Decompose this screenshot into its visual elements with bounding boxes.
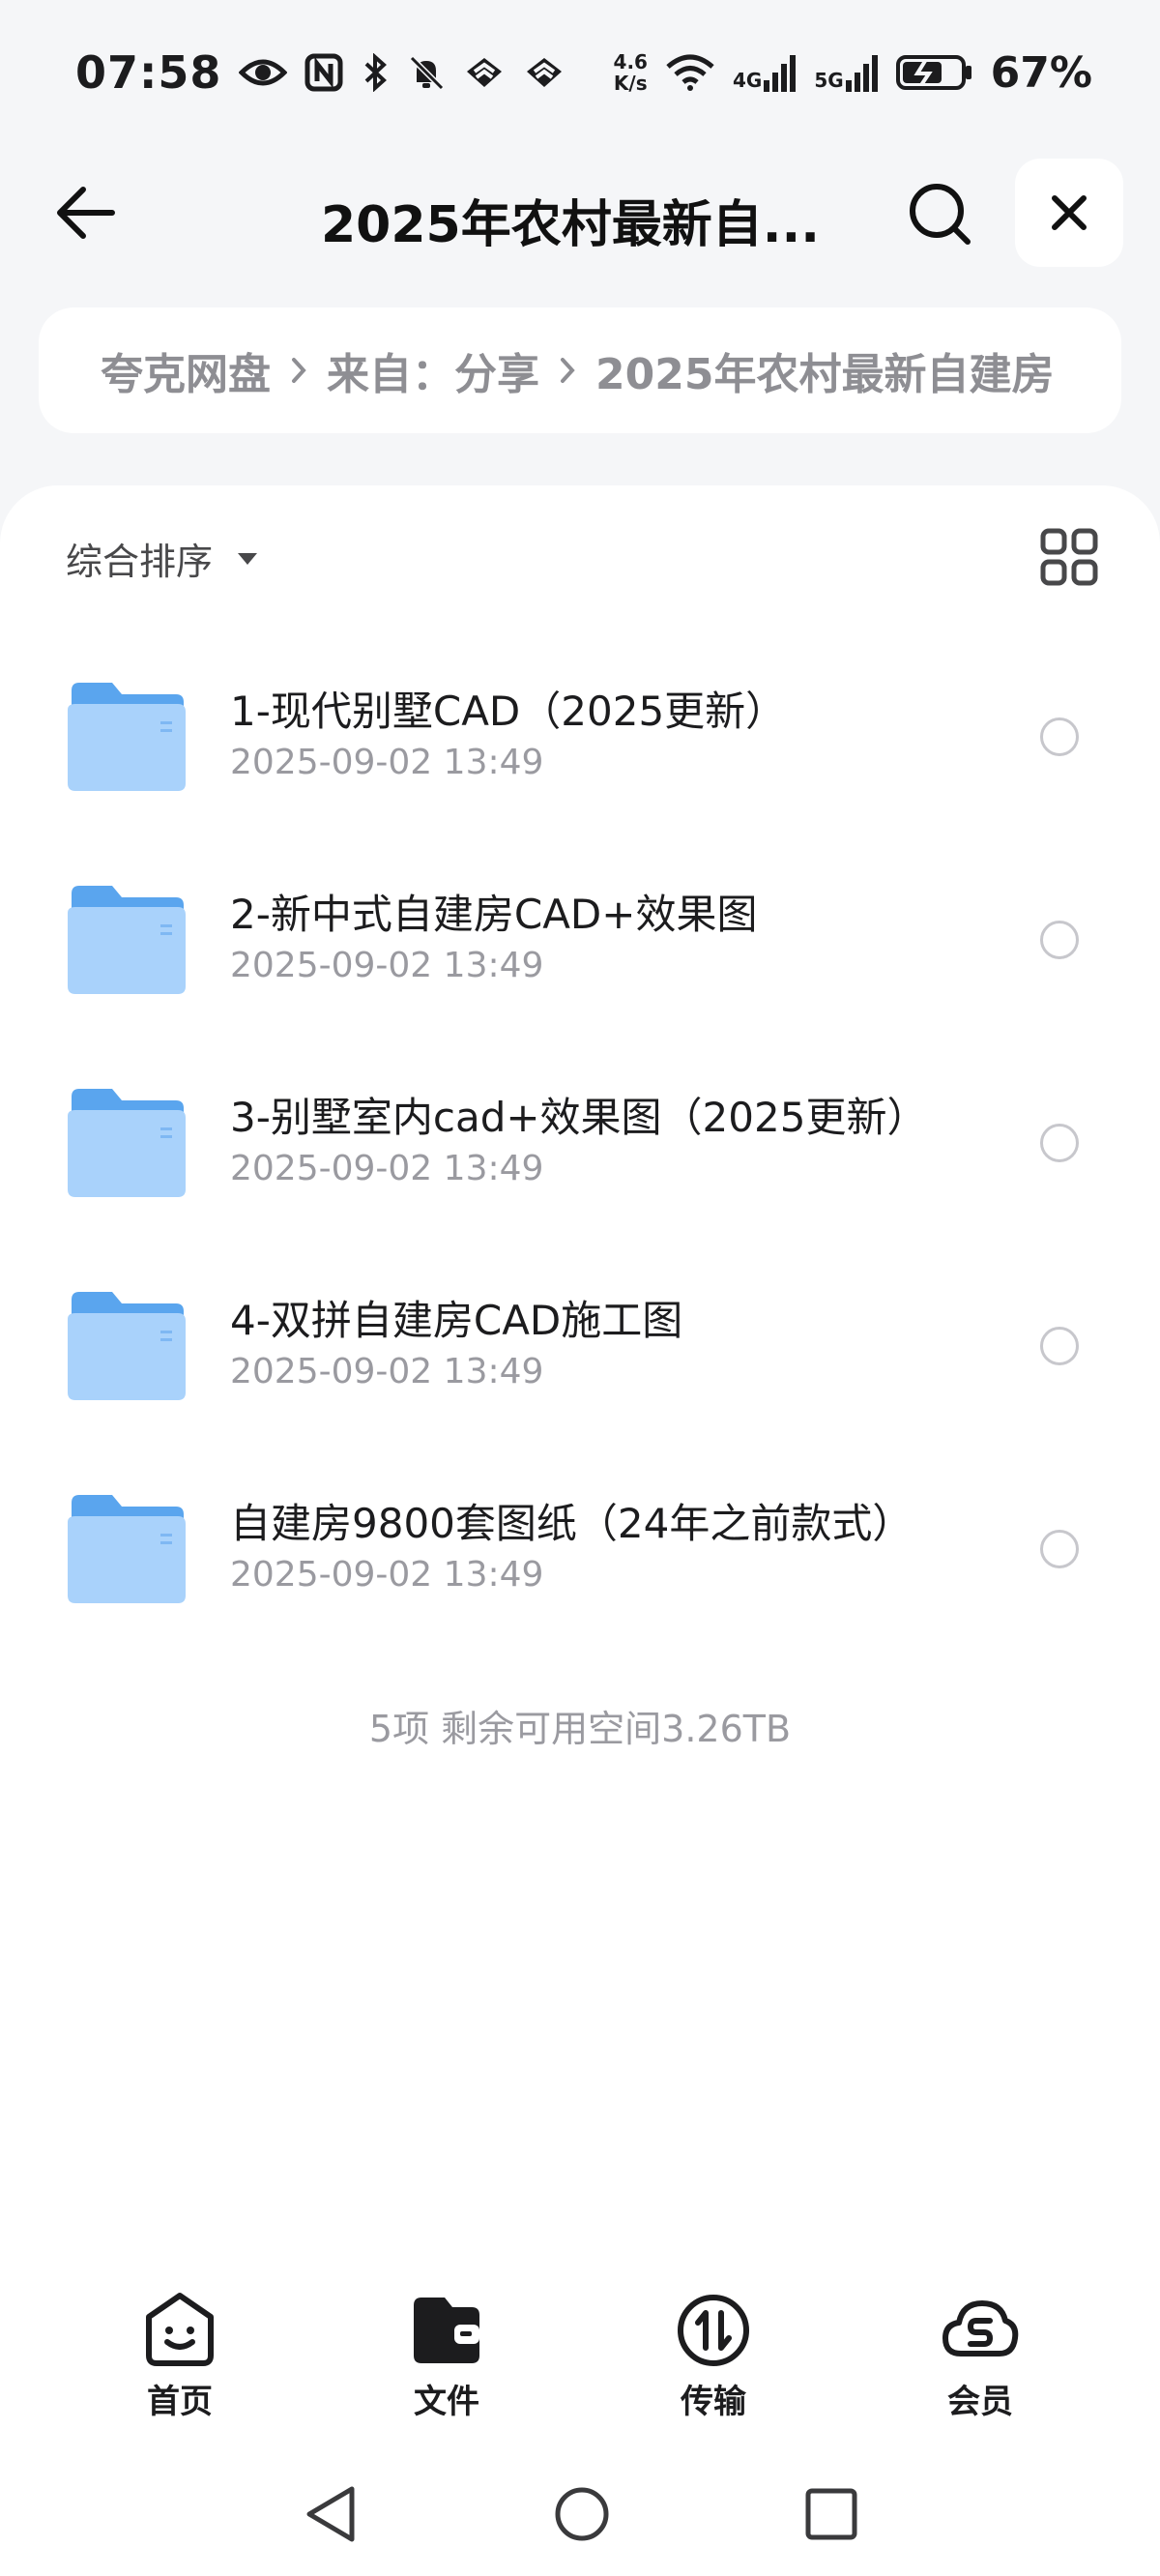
file-date: 2025-09-02 13:49	[230, 743, 544, 782]
nav-label-transfer: 传输	[681, 2383, 746, 2421]
app-notification-icon	[463, 56, 506, 89]
bluetooth-icon	[361, 53, 390, 92]
breadcrumb: 夸克网盘 来自：分享 2025年农村最新自建房	[39, 307, 1121, 433]
system-home-icon[interactable]	[553, 2485, 611, 2543]
file-list-card: 综合排序 1-现代别墅CAD（2025更新） 2025-09-02 13:49	[0, 485, 1160, 2576]
file-name: 1-现代别墅CAD（2025更新）	[230, 688, 787, 735]
nav-item-transfer[interactable]: 传输	[617, 2292, 810, 2437]
net1-label: 4G	[732, 69, 763, 92]
file-list: 1-现代别墅CAD（2025更新） 2025-09-02 13:49 2-新中式…	[0, 648, 1160, 1663]
cellular-signal-5g: 5G	[814, 53, 878, 92]
net2-label: 5G	[814, 69, 844, 92]
speed-value: 4.6	[613, 50, 648, 73]
cellular-signal-4g: 4G	[733, 53, 797, 92]
nav-item-files[interactable]: 文件	[350, 2292, 543, 2437]
nav-label-files: 文件	[414, 2383, 479, 2421]
nav-label-vip: 会员	[947, 2383, 1013, 2421]
system-navigation-bar	[0, 2475, 1160, 2553]
battery-charging-icon	[895, 53, 973, 92]
header: 2025年农村最新自...	[0, 155, 1160, 271]
file-name: 自建房9800套图纸（24年之前款式）	[230, 1500, 914, 1547]
file-date: 2025-09-02 13:49	[230, 1149, 544, 1188]
close-icon	[1052, 195, 1087, 230]
folder-icon	[68, 1495, 186, 1603]
wifi-icon	[665, 53, 715, 92]
bottom-nav: 首页 文件 传输 会员	[0, 2292, 1160, 2437]
battery-percent: 67%	[990, 47, 1092, 98]
folder-icon	[68, 683, 186, 791]
nav-label-home: 首页	[147, 2383, 213, 2421]
file-row[interactable]: 2-新中式自建房CAD+效果图 2025-09-02 13:49	[0, 851, 1160, 1054]
file-row[interactable]: 1-现代别墅CAD（2025更新） 2025-09-02 13:49	[0, 648, 1160, 851]
close-button[interactable]	[1015, 159, 1123, 267]
file-date: 2025-09-02 13:49	[230, 1352, 544, 1391]
sort-dropdown[interactable]: 综合排序	[66, 532, 259, 585]
select-checkbox[interactable]	[1040, 921, 1079, 959]
transfer-icon	[678, 2295, 749, 2366]
file-name: 4-双拼自建房CAD施工图	[230, 1297, 683, 1344]
network-speed: 4.6 K/s	[614, 51, 648, 94]
select-checkbox[interactable]	[1040, 1327, 1079, 1365]
nfc-icon	[304, 53, 343, 92]
folder-icon	[68, 886, 186, 994]
signal-bars-icon	[845, 55, 878, 92]
wallet-folder-icon	[414, 2298, 479, 2363]
bell-muted-icon	[407, 53, 446, 92]
signal-bars-icon	[764, 55, 797, 92]
nav-item-vip[interactable]: 会员	[884, 2292, 1077, 2437]
breadcrumb-item-root[interactable]: 夸克网盘	[101, 339, 271, 401]
nav-item-home[interactable]: 首页	[83, 2292, 276, 2437]
arrow-left-icon	[57, 187, 115, 239]
search-icon	[910, 184, 971, 245]
breadcrumb-item-current[interactable]: 2025年农村最新自建房	[595, 339, 1054, 401]
folder-icon	[68, 1089, 186, 1197]
file-date: 2025-09-02 13:49	[230, 1555, 544, 1595]
cloud-s-icon	[942, 2300, 1019, 2356]
select-checkbox[interactable]	[1040, 717, 1079, 756]
select-checkbox[interactable]	[1040, 1124, 1079, 1162]
page-title: 2025年农村最新自...	[321, 196, 820, 254]
status-bar: 07:58 4.6 K/s 4G 5G 67%	[0, 0, 1160, 145]
file-row[interactable]: 3-别墅室内cad+效果图（2025更新） 2025-09-02 13:49	[0, 1054, 1160, 1257]
folder-icon	[68, 1292, 186, 1400]
search-button[interactable]	[904, 178, 977, 251]
speed-unit: K/s	[613, 72, 648, 95]
file-row[interactable]: 4-双拼自建房CAD施工图 2025-09-02 13:49	[0, 1257, 1160, 1460]
eye-icon	[239, 55, 288, 90]
storage-summary: 5项 剩余可用空间3.26TB	[368, 1708, 792, 1750]
sort-label: 综合排序	[66, 541, 214, 583]
file-date: 2025-09-02 13:49	[230, 946, 544, 985]
caret-down-icon	[238, 552, 258, 565]
app-notification-icon	[523, 56, 566, 89]
chevron-right-icon	[559, 356, 576, 385]
select-checkbox[interactable]	[1040, 1530, 1079, 1568]
smile-face-icon	[146, 2293, 214, 2366]
chevron-right-icon	[290, 356, 307, 385]
breadcrumb-item-share[interactable]: 来自：分享	[327, 339, 539, 401]
status-time: 07:58	[75, 46, 222, 99]
file-row[interactable]: 自建房9800套图纸（24年之前款式） 2025-09-02 13:49	[0, 1460, 1160, 1663]
system-back-icon[interactable]	[302, 2483, 360, 2545]
system-recents-icon[interactable]	[804, 2487, 858, 2541]
back-button[interactable]	[48, 182, 122, 244]
grid-view-icon[interactable]	[1040, 528, 1098, 586]
file-name: 3-别墅室内cad+效果图（2025更新）	[230, 1094, 928, 1141]
file-name: 2-新中式自建房CAD+效果图	[230, 891, 758, 938]
